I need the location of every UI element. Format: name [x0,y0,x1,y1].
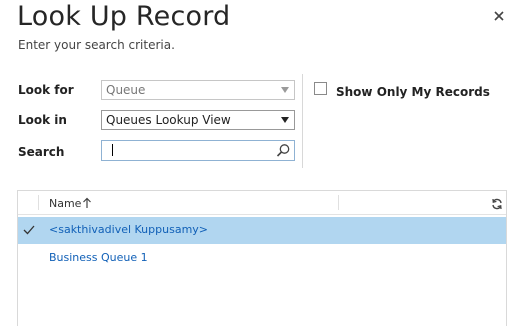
look-in-select[interactable]: Queues Lookup View [101,110,295,130]
row-name-link[interactable]: <sakthivadivel Kuppusamy> [49,223,208,236]
column-header-name[interactable]: Name [49,197,81,210]
look-in-value: Queues Lookup View [106,113,231,127]
column-separator [338,195,339,210]
search-label: Search [18,145,65,159]
close-button[interactable] [490,7,508,25]
table-row[interactable]: Business Queue 1 [18,245,506,272]
close-icon [494,11,504,21]
look-for-label: Look for [18,83,74,97]
table-row[interactable]: <sakthivadivel Kuppusamy> [18,217,506,244]
search-icon[interactable] [276,143,291,158]
column-separator [38,195,39,210]
dropdown-arrow-icon [281,117,289,123]
show-only-my-records-checkbox[interactable] [314,82,327,95]
form-divider [302,74,303,168]
look-in-label: Look in [18,113,67,127]
checkmark-icon [23,225,35,235]
search-box [101,140,295,161]
dropdown-arrow-icon [281,87,289,93]
refresh-icon[interactable] [491,198,503,210]
grid-header: Name [18,191,506,215]
lookup-record-dialog: Look Up Record Enter your search criteri… [0,0,524,326]
dialog-subtitle: Enter your search criteria. [18,38,175,52]
show-only-my-records-label[interactable]: Show Only My Records [336,85,490,99]
look-for-select[interactable]: Queue [101,80,295,100]
text-cursor [112,144,113,156]
results-grid: Name <sakthivadivel Kuppusamy> Business … [17,190,507,326]
dialog-title: Look Up Record [17,1,231,32]
sort-ascending-icon[interactable] [82,197,92,209]
look-for-value: Queue [106,83,146,97]
search-input[interactable] [102,141,272,160]
row-name-link[interactable]: Business Queue 1 [49,251,148,264]
